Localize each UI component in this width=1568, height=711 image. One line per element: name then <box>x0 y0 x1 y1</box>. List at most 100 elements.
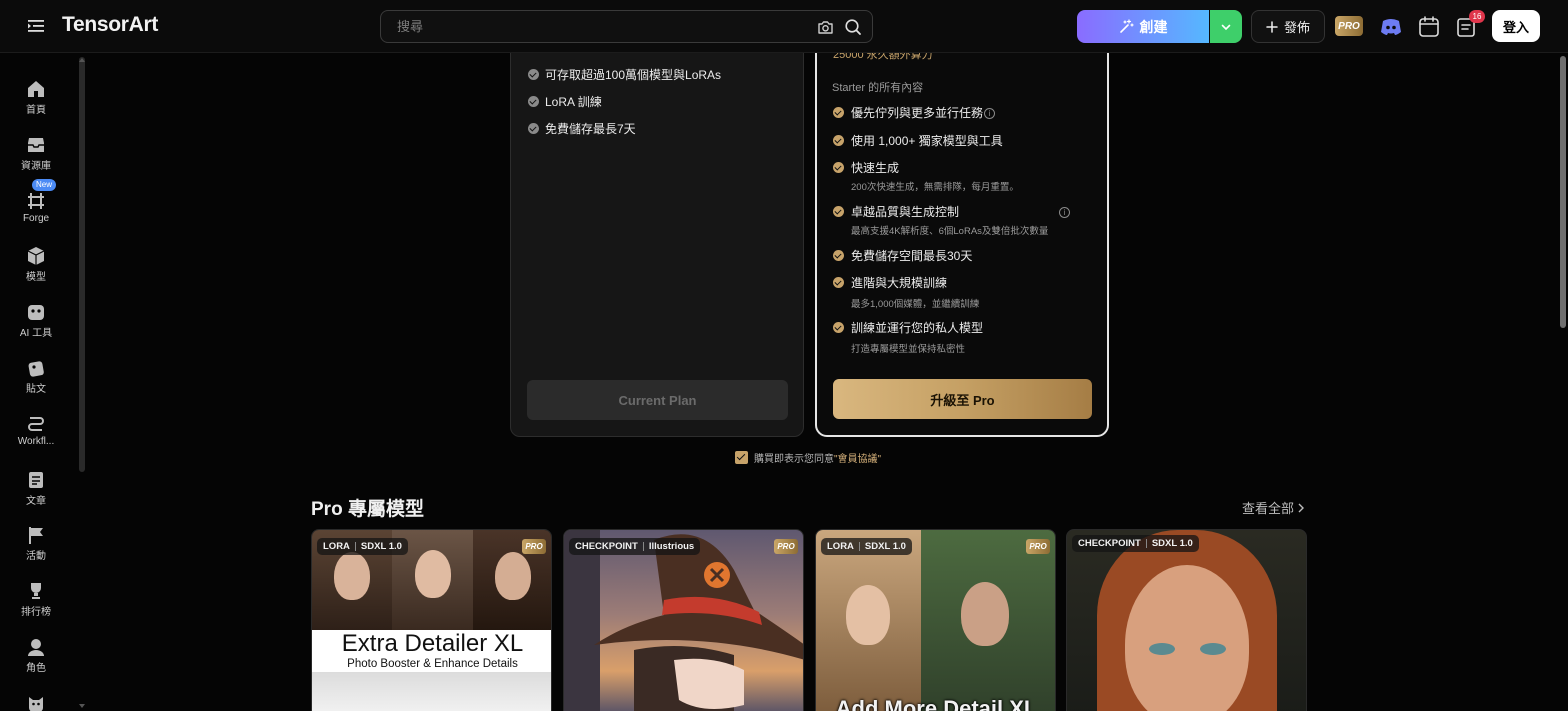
eye-shape <box>1200 643 1226 655</box>
model-card[interactable]: CHECKPOINT Illustrious PRO <box>563 529 804 711</box>
sidebar-item-home[interactable]: 首頁 <box>0 71 72 123</box>
model-card[interactable]: Add More Detail XL LORA SDXL 1.0 PRO <box>815 529 1056 711</box>
image-title-banner: Extra Detailer XL Photo Booster & Enhanc… <box>312 630 551 672</box>
scroll-up-arrow-icon[interactable] <box>78 57 86 63</box>
includes-label: Starter 的所有內容 <box>832 82 924 94</box>
sidebar-item-library[interactable]: 資源庫 <box>0 127 72 179</box>
menu-toggle-icon[interactable] <box>27 17 45 35</box>
check-icon <box>528 123 539 134</box>
sidebar-item-forge[interactable]: New Forge <box>0 179 72 235</box>
login-button[interactable]: 登入 <box>1492 10 1540 42</box>
sidebar-scrollbar[interactable] <box>79 57 85 472</box>
base-model-tag: SDXL 1.0 <box>360 541 402 552</box>
sidebar-item-articles[interactable]: 文章 <box>0 462 72 514</box>
check-icon <box>528 69 539 80</box>
top-bar: TensorArt 創建 發佈 PRO <box>0 0 1568 53</box>
membership-agreement-link[interactable]: "會員協議" <box>834 450 881 465</box>
ai-tools-icon <box>28 305 44 320</box>
articles-icon <box>29 472 43 488</box>
publish-label: 發佈 <box>1283 20 1310 35</box>
calendar-icon[interactable] <box>1416 14 1442 40</box>
check-icon <box>833 277 844 288</box>
info-icon[interactable]: i <box>1059 207 1070 218</box>
agreement-checkbox[interactable] <box>735 450 748 464</box>
model-card[interactable]: Extra Detailer XL Photo Booster & Enhanc… <box>311 529 552 711</box>
posts-icon <box>28 361 44 377</box>
sidebar-item-label: 角色 <box>26 663 46 674</box>
sidebar-item-workflow[interactable]: Workfl... <box>0 406 72 458</box>
sidebar-item-label: Forge <box>22 213 50 224</box>
sidebar-item-leaderboard[interactable]: 排行榜 <box>0 573 72 625</box>
forge-icon <box>28 193 44 209</box>
model-tags: LORA SDXL 1.0 <box>317 538 408 555</box>
starter-plan-card: 可存取超過100萬個模型與LoRAs LoRA 訓練 免費儲存最長7天 Curr… <box>510 38 804 437</box>
search-icon[interactable] <box>844 18 862 36</box>
sidebar-item-characters[interactable]: 角色 <box>0 629 72 681</box>
sidebar-item-label: 貼文 <box>26 384 46 395</box>
check-icon <box>833 162 844 173</box>
tensorart-logo[interactable]: TensorArt <box>62 13 158 37</box>
plan-feature: 快速生成 <box>851 161 900 175</box>
check-icon <box>833 206 844 217</box>
base-model-tag: SDXL 1.0 <box>864 541 906 552</box>
base-model-tag: Illustrious <box>648 541 695 552</box>
library-icon <box>28 138 44 152</box>
create-button[interactable]: 創建 <box>1077 10 1209 43</box>
sidebar-item-label: 資源庫 <box>21 161 51 172</box>
new-badge: New <box>32 179 57 191</box>
sidebar-item-label: AI 工具 <box>19 328 53 339</box>
model-type-tag: CHECKPOINT <box>1078 538 1141 549</box>
check-icon <box>833 322 844 333</box>
sidebar-item-label: 活動 <box>26 551 46 562</box>
check-icon <box>833 135 844 146</box>
page-scrollbar[interactable] <box>1560 56 1566 328</box>
search-bar <box>380 10 873 43</box>
sidebar-item-ai-tools[interactable]: AI 工具 <box>0 294 72 346</box>
character-icon <box>28 639 44 656</box>
model-card[interactable]: CHECKPOINT SDXL 1.0 <box>1066 529 1307 711</box>
sidebar-item-models[interactable]: 模型 <box>0 238 72 290</box>
check-icon <box>833 250 844 261</box>
image-search-icon[interactable] <box>817 19 834 36</box>
agreement-text: 購買即表示您同意 <box>754 453 834 465</box>
pro-badge: PRO <box>1026 539 1050 554</box>
info-icon[interactable]: i <box>984 108 995 119</box>
check-icon <box>528 96 539 107</box>
chevron-down-icon <box>1221 24 1231 30</box>
plan-feature: LoRA 訓練 <box>545 95 602 109</box>
model-tags: CHECKPOINT SDXL 1.0 <box>1072 535 1199 552</box>
sidebar-item-label: 首頁 <box>26 105 46 116</box>
chevron-right-icon <box>1298 503 1305 512</box>
plan-feature-detail: 最多1,000個媒體，並繼續訓練 <box>851 299 980 310</box>
model-type-tag: LORA <box>827 541 854 552</box>
publish-button[interactable]: 發佈 <box>1251 10 1325 43</box>
face-shape <box>961 582 1009 646</box>
witch-hat-illustration <box>594 534 803 711</box>
create-dropdown-button[interactable] <box>1210 10 1242 43</box>
sidebar-item-label: 排行榜 <box>21 607 51 618</box>
check-icon <box>833 107 844 118</box>
pro-badge[interactable]: PRO <box>1335 16 1363 36</box>
pro-plan-card: 25000 永久額外算力 Starter 的所有內容 優先佇列與更多並行任務 i… <box>815 38 1109 437</box>
model-type-tag: CHECKPOINT <box>575 541 638 552</box>
image-title: Extra Detailer XL <box>341 630 524 657</box>
scroll-down-arrow-icon[interactable] <box>78 703 86 709</box>
model-type-tag: LORA <box>323 541 350 552</box>
plan-feature: 免費儲存最長7天 <box>545 122 636 136</box>
upgrade-to-pro-button[interactable]: 升級至 Pro <box>833 379 1092 419</box>
trophy-icon <box>31 583 41 599</box>
sidebar-item-more[interactable] <box>0 685 72 711</box>
home-icon <box>28 81 44 97</box>
model-cube-icon <box>27 247 45 265</box>
plan-feature: 免費儲存空間最長30天 <box>851 249 973 263</box>
model-tags: LORA SDXL 1.0 <box>821 538 912 555</box>
pro-badge: PRO <box>522 539 546 554</box>
discord-icon[interactable] <box>1378 14 1404 40</box>
sidebar-item-posts[interactable]: 貼文 <box>0 350 72 402</box>
search-input[interactable] <box>397 11 787 42</box>
base-model-tag: SDXL 1.0 <box>1151 538 1193 549</box>
view-all-link[interactable]: 查看全部 <box>1242 498 1305 517</box>
image-subtitle: Photo Booster & Enhance Details <box>347 658 518 670</box>
sidebar-item-events[interactable]: 活動 <box>0 517 72 569</box>
current-plan-button[interactable]: Current Plan <box>527 380 788 420</box>
